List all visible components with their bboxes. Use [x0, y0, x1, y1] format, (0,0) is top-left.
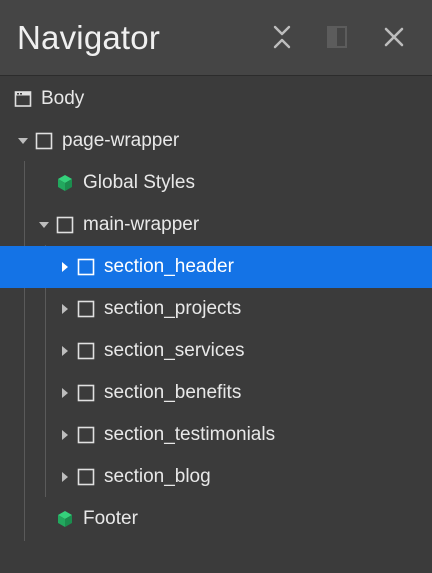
- tree-item-label: section_testimonials: [104, 424, 276, 445]
- caret-right-icon[interactable]: [59, 429, 71, 441]
- tree-item-footer[interactable]: Footer: [0, 498, 432, 540]
- navigator-panel: Navigator Body page-wrapper Global Style…: [0, 0, 432, 573]
- tree-item-main-wrapper[interactable]: main-wrapper: [0, 204, 432, 246]
- navigator-header: Navigator: [0, 0, 432, 76]
- component-icon: [58, 175, 72, 191]
- component-icon: [58, 511, 72, 527]
- tree-item-label: section_benefits: [104, 382, 242, 403]
- caret-right-icon[interactable]: [59, 345, 71, 357]
- section-icon: [77, 384, 95, 402]
- section-icon: [77, 426, 95, 444]
- section-icon: [77, 300, 95, 318]
- caret-right-icon[interactable]: [59, 261, 71, 273]
- tree-item-label: section_services: [104, 340, 245, 361]
- tree-item-label: main-wrapper: [83, 214, 200, 235]
- section-icon: [77, 258, 95, 276]
- caret-right-icon[interactable]: [59, 303, 71, 315]
- tree-item-section-projects[interactable]: section_projects: [0, 288, 432, 330]
- tree-item-section-header[interactable]: section_header: [0, 246, 432, 288]
- tree-item-section-blog[interactable]: section_blog: [0, 456, 432, 498]
- caret-right-icon[interactable]: [59, 387, 71, 399]
- section-icon: [77, 342, 95, 360]
- tree-item-label: section_header: [104, 256, 234, 277]
- tree-item-global-styles[interactable]: Global Styles: [0, 162, 432, 204]
- tree-item-section-testimonials[interactable]: section_testimonials: [0, 414, 432, 456]
- caret-down-icon[interactable]: [17, 135, 29, 147]
- div-block-icon: [35, 132, 53, 150]
- tree-item-label: Body: [41, 88, 85, 109]
- close-button[interactable]: [379, 22, 409, 52]
- panel-title: Navigator: [17, 19, 161, 56]
- tree-item-label: page-wrapper: [62, 130, 180, 151]
- collapse-all-icon: [273, 25, 291, 49]
- tree-item-section-benefits[interactable]: section_benefits: [0, 372, 432, 414]
- tree-item-section-services[interactable]: section_services: [0, 330, 432, 372]
- dock-panel-button[interactable]: [322, 22, 352, 52]
- tree-item-page-wrapper[interactable]: page-wrapper: [0, 120, 432, 162]
- div-block-icon: [56, 216, 74, 234]
- tree-item-label: Global Styles: [83, 172, 195, 193]
- caret-down-icon[interactable]: [38, 219, 50, 231]
- close-icon: [384, 27, 404, 47]
- section-icon: [77, 468, 95, 486]
- body-icon: [14, 91, 32, 107]
- tree-item-label: section_blog: [104, 466, 211, 487]
- tree-item-label: section_projects: [104, 298, 242, 319]
- caret-right-icon[interactable]: [59, 471, 71, 483]
- tree-item-body[interactable]: Body: [0, 78, 432, 120]
- dock-panel-icon: [327, 26, 347, 48]
- collapse-all-button[interactable]: [267, 22, 297, 52]
- tree-item-label: Footer: [83, 508, 138, 529]
